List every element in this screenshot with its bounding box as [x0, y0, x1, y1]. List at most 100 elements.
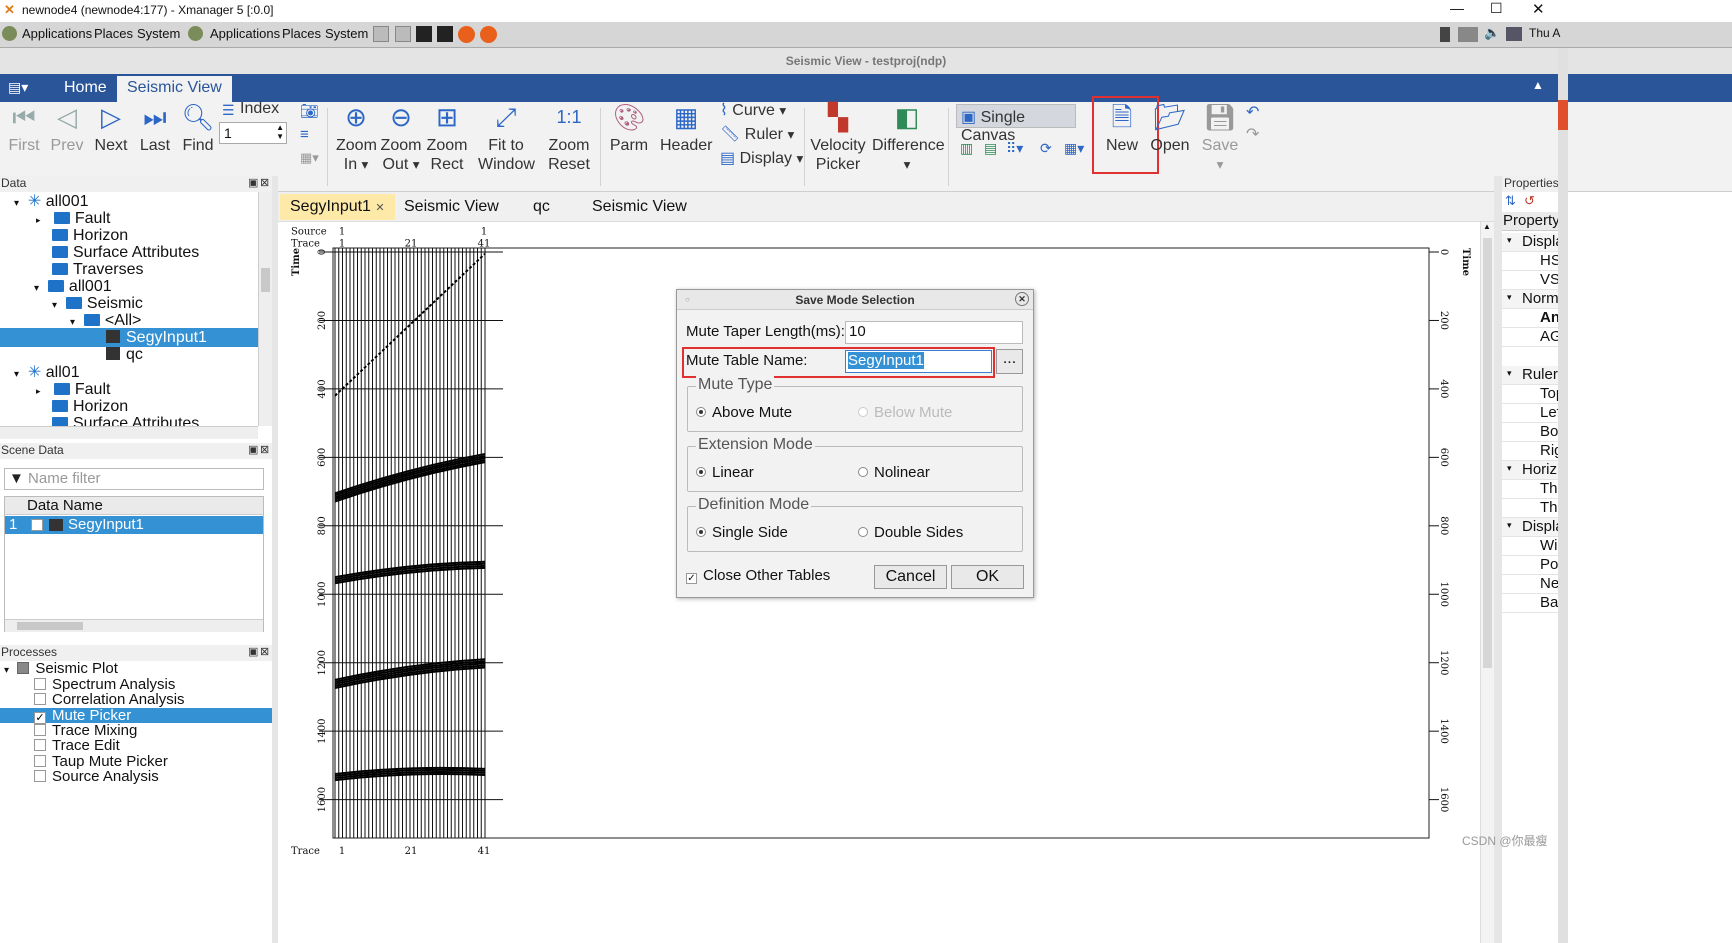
- redo-icon[interactable]: ↷: [1246, 124, 1259, 144]
- scroll-thumb[interactable]: [1483, 238, 1492, 668]
- above-mute-radio[interactable]: Above Mute: [696, 404, 792, 421]
- menu-places[interactable]: Places: [282, 26, 321, 41]
- layout-columns-icon[interactable]: ▥: [960, 140, 973, 157]
- collapse-icon[interactable]: ▸: [36, 215, 41, 225]
- snapshot-icon[interactable]: 📷︎: [300, 102, 319, 120]
- doc-tab-segyinput1[interactable]: SegyInput1 ✕: [280, 194, 395, 220]
- property-group[interactable]: ▾Displa: [1502, 233, 1558, 252]
- checkbox[interactable]: [34, 770, 46, 782]
- close-other-tables-checkbox[interactable]: ✓ Close Other Tables: [686, 567, 830, 584]
- tray-icon[interactable]: [1440, 27, 1450, 42]
- last-button[interactable]: ⏭ Last: [137, 102, 173, 155]
- firefox-icon[interactable]: [458, 26, 475, 43]
- grid-options-icon[interactable]: ▦▾: [300, 150, 319, 166]
- right-splitter[interactable]: [1494, 176, 1502, 943]
- clock[interactable]: Thu A: [1529, 26, 1560, 40]
- property-group[interactable]: ▾Displa: [1502, 518, 1558, 537]
- scroll-thumb[interactable]: [17, 622, 83, 630]
- layout-rows-icon[interactable]: ▤: [984, 140, 997, 157]
- index-spinbox[interactable]: 1 ▲ ▼: [219, 122, 287, 144]
- next-button[interactable]: ▷ Next: [93, 102, 129, 155]
- tristate-checkbox[interactable]: [17, 662, 30, 674]
- menu-system[interactable]: System: [325, 26, 368, 41]
- collapse-icon[interactable]: ▸: [36, 386, 41, 396]
- property-row[interactable]: Ne: [1502, 575, 1558, 594]
- close-tab-icon[interactable]: ✕: [375, 202, 384, 214]
- doc-tab-seismic-view[interactable]: Seismic View: [582, 194, 697, 220]
- linear-radio[interactable]: Linear: [696, 464, 754, 481]
- process-item[interactable]: Trace Edit: [34, 738, 120, 753]
- float-panel-icon[interactable]: ▣: [248, 443, 258, 456]
- scene-hscrollbar[interactable]: [5, 619, 263, 632]
- tree-item-qc[interactable]: qc: [106, 345, 143, 364]
- radio-selected[interactable]: [696, 527, 706, 537]
- below-mute-radio[interactable]: Below Mute: [858, 404, 952, 421]
- tab-home[interactable]: Home: [64, 79, 107, 97]
- tray-icon[interactable]: [1458, 27, 1478, 42]
- prev-button[interactable]: ◁ Prev: [49, 102, 85, 155]
- expand-icon[interactable]: ▾: [4, 665, 9, 676]
- find-button[interactable]: 🔍︎ Find: [180, 102, 216, 155]
- terminal-icon[interactable]: [416, 26, 432, 42]
- expand-icon[interactable]: ▾: [14, 198, 19, 209]
- process-item[interactable]: Correlation Analysis: [34, 692, 185, 707]
- visibility-checkbox[interactable]: [31, 519, 43, 531]
- save-button[interactable]: 💾︎ Save ▾: [1198, 102, 1242, 174]
- checkbox[interactable]: [34, 693, 46, 705]
- process-item[interactable]: Source Analysis: [34, 769, 159, 784]
- new-button[interactable]: 🗎 New: [1100, 102, 1144, 155]
- firefox-icon[interactable]: [480, 26, 497, 43]
- table-name-input[interactable]: SegyInput1: [845, 350, 992, 373]
- zoom-in-button[interactable]: ⊕ Zoom In ▾: [336, 102, 377, 174]
- expand-icon[interactable]: ▾: [52, 300, 57, 311]
- scroll-thumb[interactable]: [261, 268, 270, 292]
- double-sides-radio[interactable]: Double Sides: [858, 524, 963, 541]
- tree-item-surface-attributes[interactable]: Surface Attributes: [52, 414, 199, 426]
- dialog-titlebar[interactable]: ○ Save Mode Selection ✕: [677, 290, 1033, 310]
- data-tree-hscrollbar[interactable]: [0, 426, 258, 439]
- property-row[interactable]: Top: [1502, 385, 1558, 404]
- single-side-radio[interactable]: Single Side: [696, 524, 788, 541]
- dialog-menu-icon[interactable]: ○: [685, 290, 690, 310]
- property-group[interactable]: ▾ Ruler: [1502, 366, 1558, 385]
- property-row[interactable]: Rig: [1502, 442, 1558, 461]
- float-panel-icon[interactable]: ▣: [248, 176, 258, 189]
- zoom-reset-button[interactable]: 1:1 Zoom Reset: [546, 102, 592, 174]
- checkbox-checked[interactable]: ✓: [686, 573, 697, 584]
- layout-more-icon[interactable]: ▦▾: [1064, 140, 1084, 157]
- table-row[interactable]: 1 SegyInput1: [5, 516, 263, 534]
- zoom-rect-button[interactable]: ⊞ Zoom Rect: [426, 102, 468, 174]
- property-row[interactable]: Th: [1502, 499, 1558, 518]
- network-icon[interactable]: [1506, 27, 1522, 41]
- close-panel-icon[interactable]: ⊠: [260, 176, 269, 189]
- velocity-picker-button[interactable]: ▚ Velocity Picker: [810, 102, 866, 174]
- dialog-close-icon[interactable]: ✕: [1015, 292, 1029, 306]
- radio-unselected[interactable]: [858, 467, 868, 477]
- layout-grid-icon[interactable]: ⠿▾: [1006, 140, 1023, 157]
- expand-icon[interactable]: ▾: [1507, 235, 1512, 246]
- launcher-icon[interactable]: [373, 26, 389, 42]
- curve-button[interactable]: ⌇ Curve ▾: [720, 100, 786, 120]
- cancel-button[interactable]: Cancel: [874, 565, 947, 589]
- menu-applications[interactable]: Applications: [210, 26, 280, 41]
- menu-system[interactable]: System: [137, 26, 180, 41]
- float-panel-icon[interactable]: ▣: [248, 645, 258, 658]
- header-button[interactable]: ▦ Header: [660, 102, 712, 155]
- first-button[interactable]: ⏮ First: [6, 102, 42, 155]
- radio-unselected[interactable]: [858, 527, 868, 537]
- ok-button[interactable]: OK: [951, 565, 1024, 589]
- name-filter-input[interactable]: ▼ Name filter: [4, 468, 264, 490]
- property-row[interactable]: Po: [1502, 556, 1558, 575]
- maximize-button[interactable]: ☐: [1490, 0, 1503, 17]
- expand-icon[interactable]: ▾: [14, 369, 19, 380]
- checkbox[interactable]: [34, 724, 46, 736]
- process-item[interactable]: Spectrum Analysis: [34, 677, 175, 692]
- expand-icon[interactable]: ▾: [1507, 292, 1512, 303]
- expand-icon[interactable]: ▾: [1507, 520, 1512, 531]
- process-item[interactable]: Trace Mixing: [34, 723, 137, 738]
- difference-button[interactable]: ◧ Difference ▾: [872, 102, 945, 174]
- terminal-icon[interactable]: [437, 26, 453, 42]
- scroll-up-icon[interactable]: ▲: [1483, 222, 1491, 231]
- spin-arrows-icon[interactable]: ▲ ▼: [276, 123, 284, 141]
- doc-tab-seismic-view[interactable]: Seismic View: [394, 194, 509, 220]
